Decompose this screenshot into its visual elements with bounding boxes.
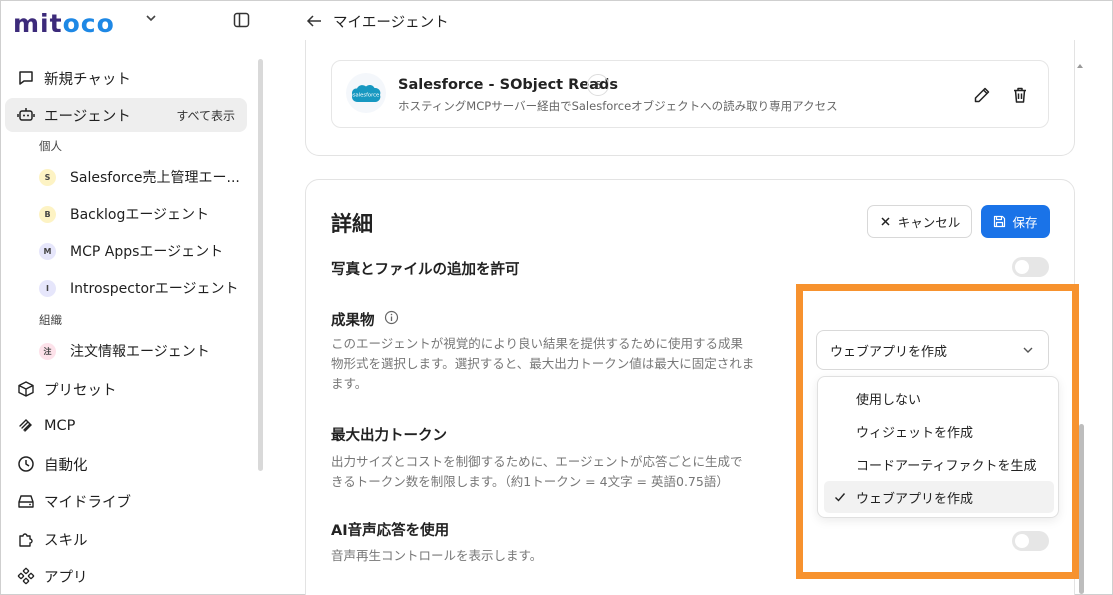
- agent-label: 注文情報エージェント: [70, 344, 210, 360]
- svg-text:salesforce: salesforce: [353, 93, 379, 99]
- tool-item[interactable]: [331, 60, 1049, 128]
- agent-label: Backlogエージェント: [70, 207, 210, 223]
- desc-line: 出力サイズとコストを制御するために、エージェントが応答ごとに生成で: [331, 454, 743, 469]
- tool-count-badge: 6: [587, 74, 609, 96]
- box-icon: [18, 381, 34, 397]
- save-button[interactable]: 保存: [981, 205, 1050, 238]
- agent-item[interactable]: I Introspectorエージェント: [39, 273, 247, 303]
- nav-my-drive[interactable]: マイドライブ: [5, 484, 247, 518]
- section-organization: 組織: [39, 313, 62, 327]
- sidebar-scrollbar[interactable]: [258, 59, 263, 471]
- nav-label: MCP: [44, 418, 76, 434]
- chevron-down-icon[interactable]: [144, 11, 158, 25]
- info-icon[interactable]: [384, 310, 399, 325]
- desc-line: ます。: [331, 376, 368, 391]
- voice-title: AI音声応答を使用: [331, 523, 450, 539]
- cancel-button[interactable]: キャンセル: [867, 205, 972, 238]
- drive-icon: [18, 495, 34, 508]
- agent-label: Salesforce売上管理エー...: [70, 170, 240, 186]
- nav-label: スキル: [44, 532, 88, 549]
- artifacts-description: このエージェントが視覚的により良い結果を提供するために使用する成果 物形式を選択…: [331, 334, 754, 394]
- agent-item[interactable]: B Backlogエージェント: [39, 199, 247, 229]
- mitoco-logo[interactable]: mitoco: [13, 8, 115, 38]
- save-label: 保存: [1012, 215, 1038, 230]
- desc-line: 物形式を選択します。選択すると、最大出力トークン値は最大に固定されま: [331, 356, 755, 371]
- pencil-icon[interactable]: [973, 86, 991, 104]
- photo-files-title: 写真とファイルの追加を許可: [331, 262, 520, 278]
- scroll-up-icon[interactable]: [1076, 62, 1084, 70]
- tool-description: ホスティングMCPサーバー経由でSalesforceオブジェクトへの読み取り専用…: [398, 99, 838, 113]
- tool-name: Salesforce - SObject Reads: [398, 77, 618, 93]
- nav-automation[interactable]: 自動化: [5, 447, 247, 481]
- agent-label: MCP Appsエージェント: [70, 244, 224, 260]
- save-icon: [994, 215, 1006, 228]
- nav-label: エージェント: [44, 108, 131, 125]
- mcp-icon: [19, 419, 32, 432]
- max-tokens-title: 最大出力トークン: [331, 428, 447, 444]
- nav-agents[interactable]: エージェント すべて表示: [5, 98, 247, 132]
- show-all-link[interactable]: すべて表示: [176, 107, 235, 124]
- agent-item[interactable]: M MCP Appsエージェント: [39, 236, 247, 266]
- artifacts-title: 成果物: [331, 313, 375, 329]
- agent-avatar: I: [39, 279, 56, 297]
- nav-label: アプリ: [44, 569, 88, 586]
- nav-new-chat[interactable]: 新規チャット: [5, 61, 247, 95]
- page-title: マイエージェント: [333, 14, 449, 31]
- nav-label: マイドライブ: [44, 494, 131, 511]
- nav-apps[interactable]: アプリ: [5, 559, 247, 593]
- max-tokens-description: 出力サイズとコストを制御するために、エージェントが応答ごとに生成で きるトークン…: [331, 452, 743, 492]
- section-personal: 個人: [39, 139, 62, 153]
- sidebar-toggle-icon[interactable]: [233, 12, 250, 28]
- agent-avatar: 注: [39, 342, 56, 360]
- logo-text: mitoco: [13, 8, 115, 38]
- salesforce-cloud-icon: salesforce: [352, 84, 381, 103]
- photo-files-toggle[interactable]: [1012, 257, 1049, 277]
- agent-item[interactable]: S Salesforce売上管理エー...: [39, 162, 247, 192]
- agent-avatar: S: [39, 168, 56, 186]
- main-scrollbar[interactable]: [1079, 424, 1084, 594]
- puzzle-icon: [19, 533, 33, 547]
- page-header: マイエージェント: [305, 10, 449, 32]
- robot-icon: [17, 108, 35, 121]
- nav-mcp[interactable]: MCP: [5, 409, 247, 443]
- details-title: 詳細: [331, 212, 373, 236]
- apps-icon: [17, 567, 35, 585]
- salesforce-logo-icon: salesforce: [346, 73, 386, 113]
- agent-avatar: M: [39, 242, 56, 260]
- desc-line: このエージェントが視覚的により良い結果を提供するために使用する成果: [331, 336, 744, 351]
- agent-item[interactable]: 注 注文情報エージェント: [39, 336, 247, 366]
- back-arrow-icon[interactable]: [305, 12, 323, 30]
- clock-icon: [18, 456, 34, 472]
- chat-icon: [19, 71, 33, 85]
- highlight-box: [796, 284, 1079, 579]
- nav-skills[interactable]: スキル: [5, 522, 247, 556]
- desc-line: きるトークン数を制限します。（約1トークン = 4文字 = 英語0.75語）: [331, 474, 729, 489]
- trash-icon[interactable]: [1011, 86, 1029, 104]
- agent-avatar: B: [39, 205, 56, 223]
- nav-presets[interactable]: プリセット: [5, 372, 247, 406]
- voice-description: 音声再生コントロールを表示します。: [331, 548, 543, 563]
- cancel-label: キャンセル: [897, 215, 961, 230]
- agent-label: Introspectorエージェント: [70, 281, 239, 297]
- close-icon: [881, 217, 890, 226]
- nav-label: 自動化: [44, 457, 88, 474]
- sidebar: mitoco 新規チャット エージェント すべて表示 個人 S Salesfor…: [1, 1, 264, 594]
- nav-label: 新規チャット: [44, 71, 131, 88]
- nav-label: プリセット: [44, 382, 117, 399]
